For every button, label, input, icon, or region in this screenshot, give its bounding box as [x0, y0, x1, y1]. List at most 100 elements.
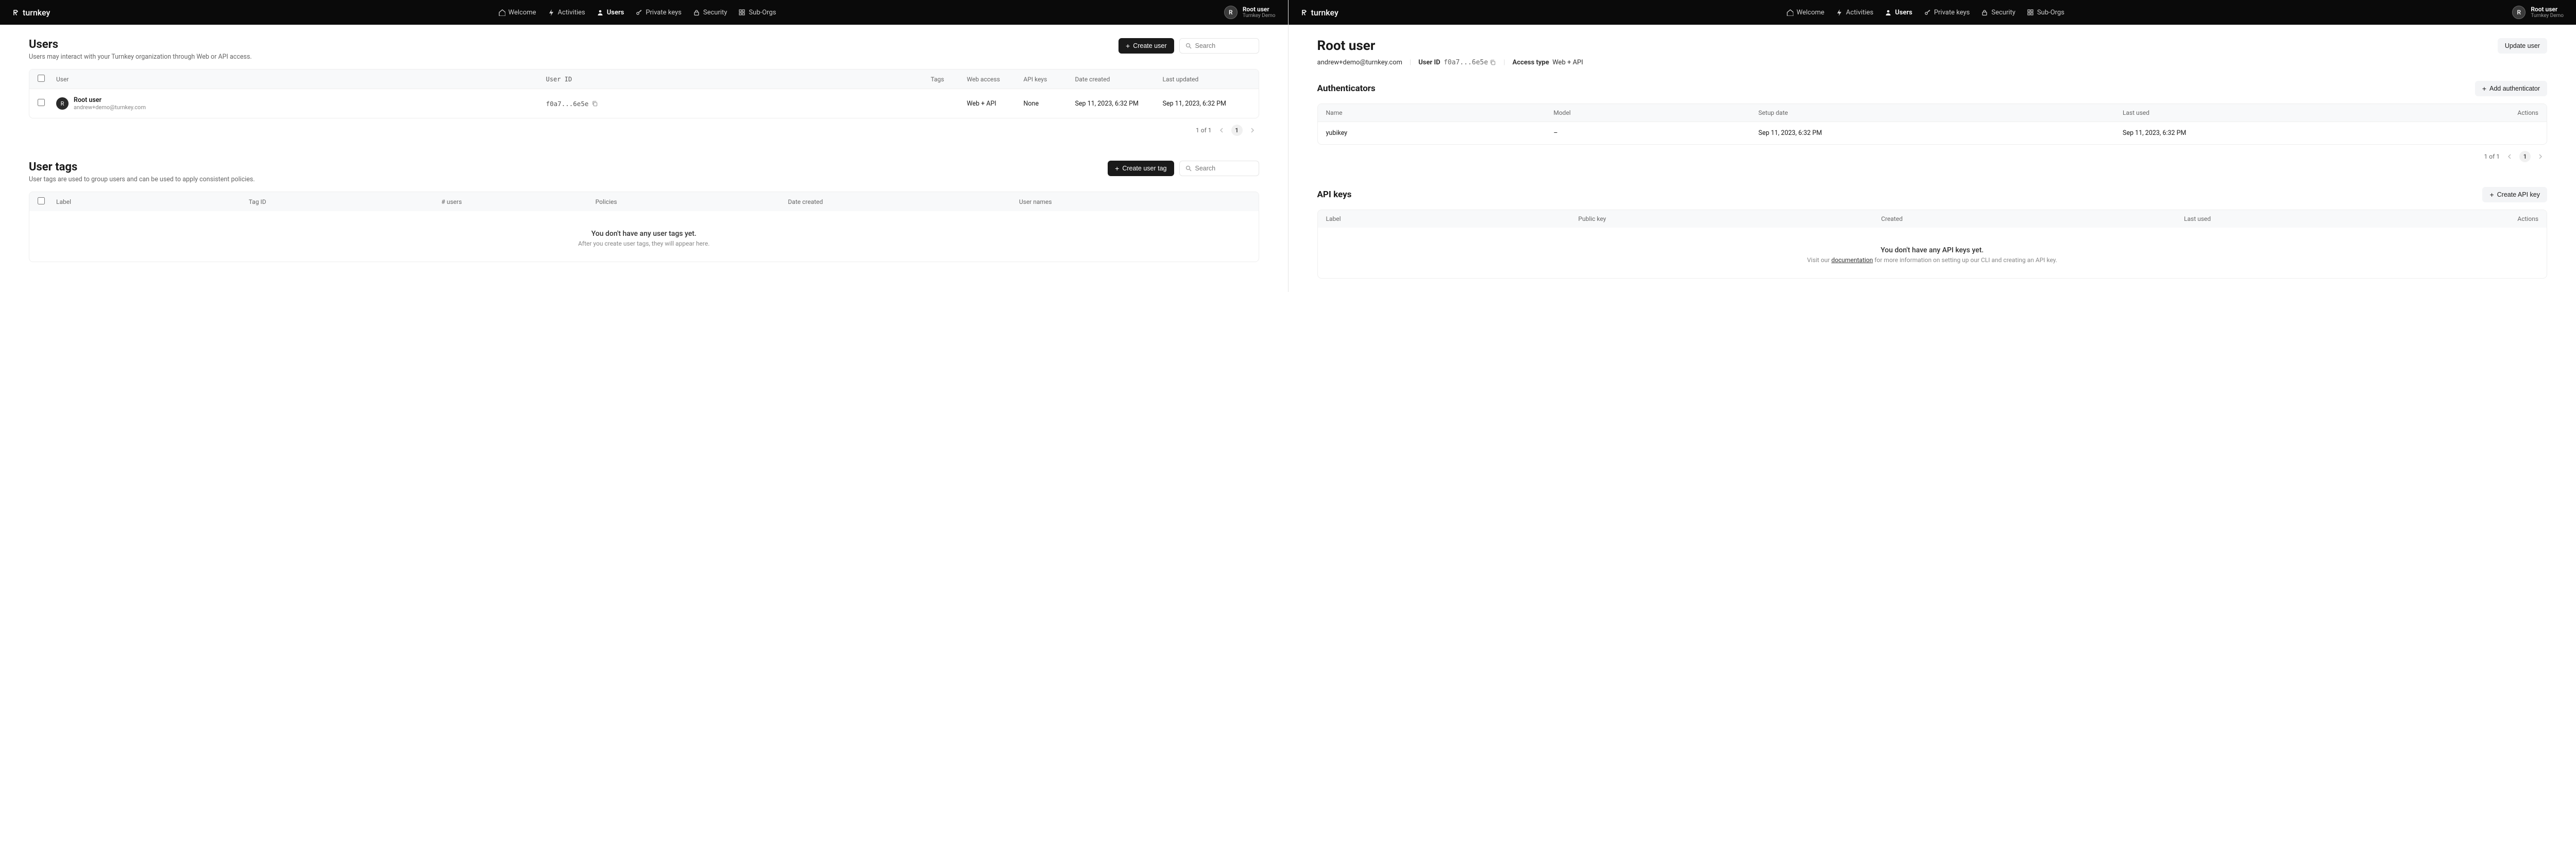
lock-icon [1981, 9, 1988, 16]
authenticator-row[interactable]: yubikey – Sep 11, 2023, 6:32 PM Sep 11, … [1318, 122, 2547, 144]
chevron-left-icon [2506, 153, 2513, 160]
api-keys-table: Label Public key Created Last used Actio… [1317, 210, 2548, 279]
user-row[interactable]: R Root user andrew+demo@turnkey.com f0a7… [29, 89, 1259, 118]
tags-search[interactable] [1179, 161, 1259, 176]
brand-logo[interactable]: turnkey [1301, 8, 1338, 18]
pager-text: 1 of 1 [2484, 153, 2500, 160]
nav-users[interactable]: Users [1885, 9, 1912, 16]
top-nav: turnkey Welcome Activities Users Private… [1289, 0, 2576, 25]
nav-security[interactable]: Security [1981, 9, 2015, 16]
api-keys-empty-state: You don't have any API keys yet. Visit o… [1318, 228, 2547, 278]
plus-icon: + [2489, 191, 2494, 198]
user-last-updated: Sep 11, 2023, 6:32 PM [1163, 100, 1250, 108]
select-user-checkbox[interactable] [38, 99, 45, 106]
col-user-names: User names [1019, 198, 1250, 205]
tags-title: User tags [29, 161, 255, 174]
pager-prev[interactable] [2505, 152, 2514, 161]
top-nav: turnkey Welcome Activities Users Private… [0, 0, 1288, 25]
avatar: R [1224, 6, 1238, 19]
user-avatar: R [56, 97, 69, 110]
pager-text: 1 of 1 [1196, 127, 1211, 134]
nav-user-menu[interactable]: R Root user Turnkey Demo [2512, 6, 2564, 19]
user-icon [597, 9, 604, 16]
user-detail-email: andrew+demo@turnkey.com [1317, 59, 1402, 66]
tags-section-head: User tags User tags are used to group us… [29, 161, 1259, 183]
copy-icon[interactable] [591, 100, 598, 107]
user-detail-title: Root user [1317, 38, 1583, 54]
user-detail-pane: turnkey Welcome Activities Users Private… [1289, 0, 2576, 292]
users-search[interactable] [1179, 38, 1259, 54]
plus-icon: + [2482, 85, 2486, 92]
users-search-input[interactable] [1195, 42, 1253, 49]
tags-search-input[interactable] [1195, 165, 1253, 172]
nav-user-menu[interactable]: R Root user Turnkey Demo [1224, 6, 1276, 19]
pager-page[interactable]: 1 [1231, 125, 1243, 136]
brand-logo[interactable]: turnkey [12, 8, 50, 18]
user-id: f0a7...6e5e [546, 100, 589, 108]
chevron-right-icon [1249, 127, 1256, 134]
nav-links: Welcome Activities Users Private keys Se… [498, 9, 776, 16]
col-last-used: Last used [2184, 215, 2487, 222]
user-detail-head: Root user andrew+demo@turnkey.com | User… [1317, 38, 2548, 66]
col-last-used: Last used [2123, 109, 2487, 116]
add-authenticator-button[interactable]: +Add authenticator [2475, 81, 2547, 96]
users-subtitle: Users may interact with your Turnkey org… [29, 53, 252, 61]
brand-name: turnkey [23, 8, 50, 18]
nav-security[interactable]: Security [693, 9, 727, 16]
copy-icon[interactable] [1489, 59, 1496, 66]
col-public-key: Public key [1578, 215, 1881, 222]
authenticators-title: Authenticators [1317, 83, 1376, 94]
avatar: R [2512, 6, 2526, 19]
users-list-pane: turnkey Welcome Activities Users Private… [0, 0, 1289, 292]
api-keys-title: API keys [1317, 189, 1352, 200]
nav-activities[interactable]: Activities [548, 9, 585, 16]
nav-sub-orgs[interactable]: Sub-Orgs [738, 9, 776, 16]
create-user-button[interactable]: +Create user [1118, 38, 1174, 54]
update-user-button[interactable]: Update user [2498, 38, 2547, 54]
col-tags: Tags [931, 76, 967, 83]
col-user-id: User ID [546, 76, 931, 83]
nav-private-keys[interactable]: Private keys [635, 9, 682, 16]
user-id-value: f0a7...6e5e [1444, 59, 1488, 66]
pager-next[interactable] [2536, 152, 2545, 161]
col-date-created: Date created [1075, 76, 1163, 83]
lock-icon [693, 9, 700, 16]
documentation-link[interactable]: documentation [1832, 256, 1873, 264]
col-num-users: # users [442, 198, 596, 205]
access-type-value: Web + API [1552, 59, 1583, 66]
pager-next[interactable] [1248, 126, 1257, 135]
turnkey-logo-icon [12, 8, 20, 16]
pager-page[interactable]: 1 [2519, 151, 2531, 162]
col-created: Created [1881, 215, 2184, 222]
nav-activities[interactable]: Activities [1836, 9, 1873, 16]
nav-users[interactable]: Users [597, 9, 624, 16]
current-org-name: Turnkey Demo [2531, 13, 2564, 19]
create-api-key-button[interactable]: +Create API key [2482, 187, 2547, 202]
users-pager: 1 of 1 1 [29, 118, 1259, 142]
current-user-name: Root user [1243, 6, 1276, 13]
select-all-tags-checkbox[interactable] [38, 197, 45, 204]
col-actions: Actions [2487, 215, 2538, 222]
bolt-icon [548, 9, 555, 16]
col-name: Name [1326, 109, 1554, 116]
current-user-name: Root user [2531, 6, 2564, 13]
nav-welcome[interactable]: Welcome [1786, 9, 1824, 16]
nav-sub-orgs[interactable]: Sub-Orgs [2027, 9, 2064, 16]
pager-prev[interactable] [1217, 126, 1226, 135]
nav-welcome[interactable]: Welcome [498, 9, 536, 16]
create-user-tag-button[interactable]: +Create user tag [1108, 161, 1174, 176]
tags-table: Label Tag ID # users Policies Date creat… [29, 192, 1259, 262]
user-name: Root user [74, 96, 146, 104]
chevron-right-icon [2537, 153, 2544, 160]
nav-private-keys[interactable]: Private keys [1924, 9, 1970, 16]
current-org-name: Turnkey Demo [1243, 13, 1276, 19]
col-setup-date: Setup date [1758, 109, 2123, 116]
user-id-label: User ID [1418, 59, 1440, 66]
col-policies: Policies [596, 198, 788, 205]
plus-icon: + [1115, 165, 1119, 172]
empty-title: You don't have any API keys yet. [1318, 246, 2547, 254]
user-icon [1885, 9, 1892, 16]
tags-subtitle: User tags are used to group users and ca… [29, 176, 255, 183]
select-all-users-checkbox[interactable] [38, 75, 45, 82]
authenticators-table: Name Model Setup date Last used Actions … [1317, 103, 2548, 145]
